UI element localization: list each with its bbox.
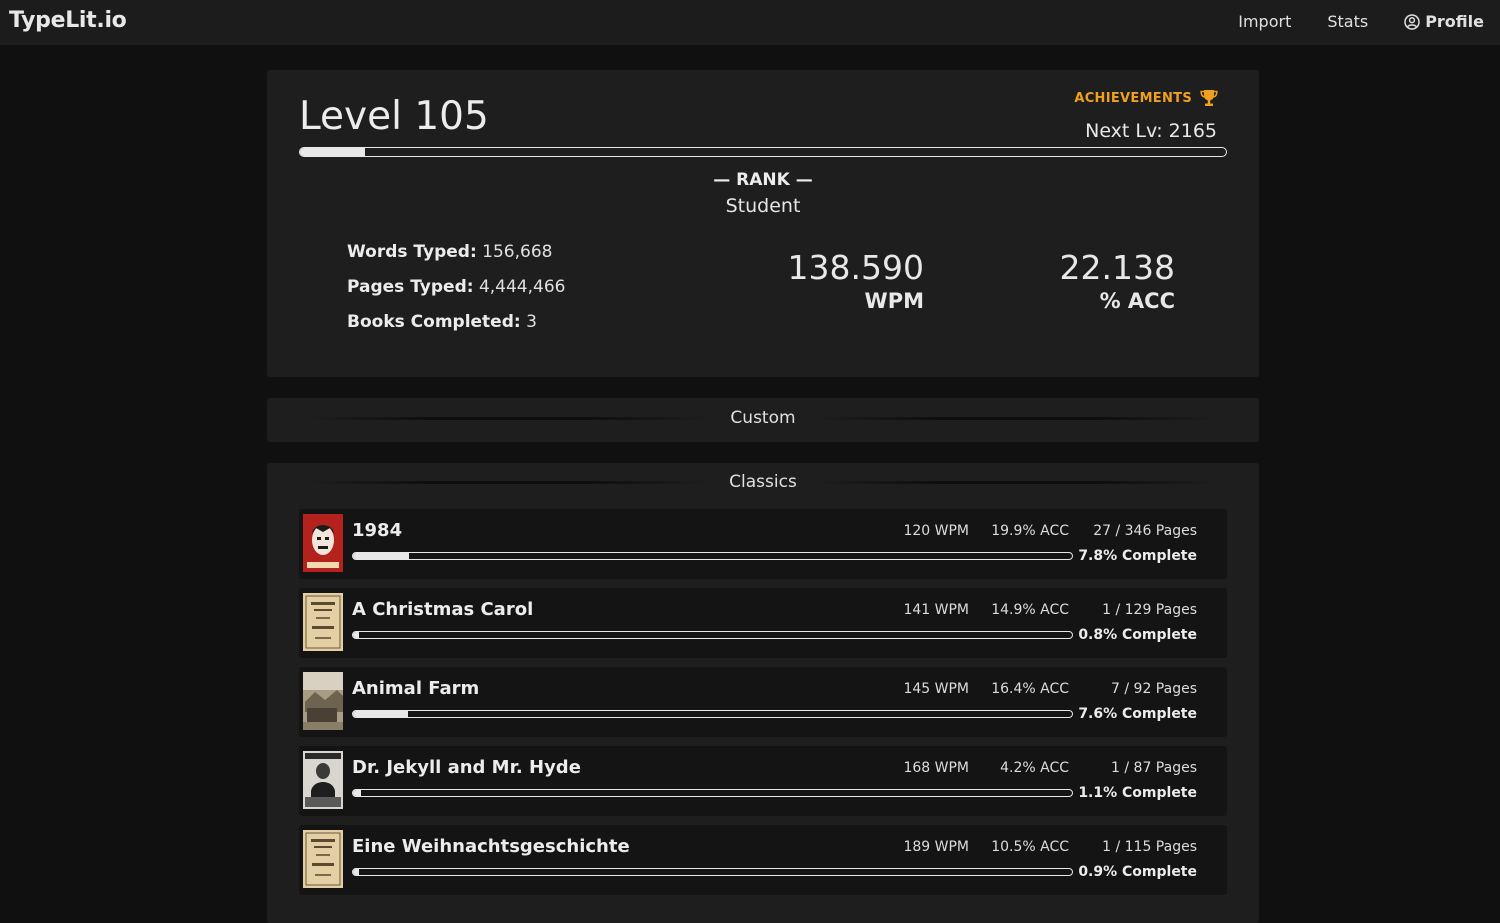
book-accuracy: 4.2% ACC: [1000, 760, 1069, 776]
pages-typed-stat: Pages Typed: 4,444,466: [347, 277, 565, 312]
classics-section-header: Classics: [267, 472, 1259, 492]
divider-line: [308, 480, 708, 484]
book-pages: 1 / 129 Pages: [1102, 602, 1197, 618]
top-navbar: TypeLit.io Import Stats Profile: [0, 0, 1500, 45]
book-complete: 7.8% Complete: [1078, 548, 1197, 564]
book-accuracy: 16.4% ACC: [991, 681, 1069, 697]
book-pages: 1 / 115 Pages: [1102, 839, 1197, 855]
book-cover-image: [303, 514, 343, 572]
book-complete: 0.8% Complete: [1078, 627, 1197, 643]
book-progress-bar: [352, 631, 1073, 639]
book-wpm: 168 WPM: [903, 760, 969, 776]
book-row[interactable]: A Christmas Carol 141 WPM 14.9% ACC 1 / …: [299, 588, 1227, 658]
book-pages: 7 / 92 Pages: [1111, 681, 1197, 697]
books-completed-value: 3: [526, 312, 537, 332]
book-title: Eine Weihnachtsgeschichte: [352, 836, 630, 857]
trophy-icon: [1200, 90, 1218, 106]
next-level-text: Next Lv: 2165: [1085, 120, 1217, 142]
brand-logo[interactable]: TypeLit.io: [9, 8, 127, 33]
rank-heading: — RANK —: [713, 170, 813, 190]
average-accuracy-stat: 22.138 % ACC: [1060, 248, 1175, 313]
level-progress-fill: [300, 148, 365, 156]
book-progress-fill: [353, 632, 359, 638]
average-wpm-stat: 138.590 WPM: [788, 248, 924, 313]
book-row[interactable]: 1984 120 WPM 19.9% ACC 27 / 346 Pages 7.…: [299, 509, 1227, 579]
achievements-link[interactable]: ACHIEVEMENTS: [1074, 88, 1219, 108]
classics-section-title: Classics: [729, 472, 797, 492]
book-wpm: 145 WPM: [903, 681, 969, 697]
book-title: Dr. Jekyll and Mr. Hyde: [352, 757, 581, 778]
wpm-unit: WPM: [864, 289, 924, 313]
nav-stats-link[interactable]: Stats: [1327, 12, 1368, 31]
book-accuracy: 10.5% ACC: [991, 839, 1069, 855]
book-wpm: 141 WPM: [903, 602, 969, 618]
book-row[interactable]: Eine Weihnachtsgeschichte 189 WPM 10.5% …: [299, 825, 1227, 895]
book-cover-image: [303, 751, 343, 809]
book-progress-fill: [353, 711, 408, 717]
books-completed-stat: Books Completed: 3: [347, 312, 565, 347]
book-cover-image: [303, 593, 343, 651]
divider-line: [818, 416, 1218, 420]
level-progress-bar: [299, 147, 1227, 157]
acc-unit: % ACC: [1099, 289, 1175, 313]
typing-stats-list: Words Typed: 156,668 Pages Typed: 4,444,…: [347, 242, 565, 347]
words-typed-stat: Words Typed: 156,668: [347, 242, 565, 277]
nav-profile-link[interactable]: Profile: [1404, 12, 1484, 31]
books-completed-label: Books Completed:: [347, 312, 521, 332]
book-accuracy: 14.9% ACC: [991, 602, 1069, 618]
classics-section: Classics 1984 120 WPM 19.9% ACC 27 / 346…: [267, 463, 1259, 923]
book-complete: 0.9% Complete: [1078, 864, 1197, 880]
book-cover-image: [303, 672, 343, 730]
rank-value: Student: [725, 195, 801, 217]
book-progress-bar: [352, 868, 1073, 876]
book-progress-fill: [353, 869, 360, 875]
book-progress-bar: [352, 789, 1073, 797]
nav-menu: Import Stats Profile: [1202, 12, 1484, 31]
book-progress-bar: [352, 710, 1073, 718]
book-wpm: 120 WPM: [903, 523, 969, 539]
book-title: A Christmas Carol: [352, 599, 534, 620]
book-progress-fill: [353, 553, 410, 559]
achievements-label: ACHIEVEMENTS: [1074, 90, 1192, 106]
acc-value: 22.138: [1059, 248, 1175, 287]
book-pages: 27 / 346 Pages: [1093, 523, 1197, 539]
nav-profile-label: Profile: [1425, 12, 1484, 31]
book-row[interactable]: Dr. Jekyll and Mr. Hyde 168 WPM 4.2% ACC…: [299, 746, 1227, 816]
book-accuracy: 19.9% ACC: [991, 523, 1069, 539]
book-progress-bar: [352, 552, 1073, 560]
book-complete: 1.1% Complete: [1078, 785, 1197, 801]
custom-section-title: Custom: [730, 408, 796, 428]
book-title: 1984: [352, 520, 403, 541]
book-cover-image: [303, 830, 343, 888]
book-wpm: 189 WPM: [903, 839, 969, 855]
custom-section[interactable]: Custom: [267, 398, 1259, 442]
nav-import-link[interactable]: Import: [1238, 12, 1291, 31]
words-typed-value: 156,668: [482, 242, 553, 262]
user-circle-icon: [1404, 13, 1420, 30]
pages-typed-label: Pages Typed:: [347, 277, 474, 297]
wpm-value: 138.590: [787, 248, 924, 287]
custom-section-header: Custom: [267, 408, 1259, 428]
divider-line: [308, 416, 708, 420]
pages-typed-value: 4,444,466: [478, 277, 566, 297]
level-stats-card: Level 105 ACHIEVEMENTS Next Lv: 2165 — R…: [267, 70, 1259, 377]
book-title: Animal Farm: [352, 678, 480, 699]
words-typed-label: Words Typed:: [347, 242, 477, 262]
book-progress-fill: [353, 790, 361, 796]
divider-line: [818, 480, 1218, 484]
level-title: Level 105: [299, 94, 489, 139]
book-complete: 7.6% Complete: [1078, 706, 1197, 722]
book-pages: 1 / 87 Pages: [1111, 760, 1197, 776]
book-row[interactable]: Animal Farm 145 WPM 16.4% ACC 7 / 92 Pag…: [299, 667, 1227, 737]
